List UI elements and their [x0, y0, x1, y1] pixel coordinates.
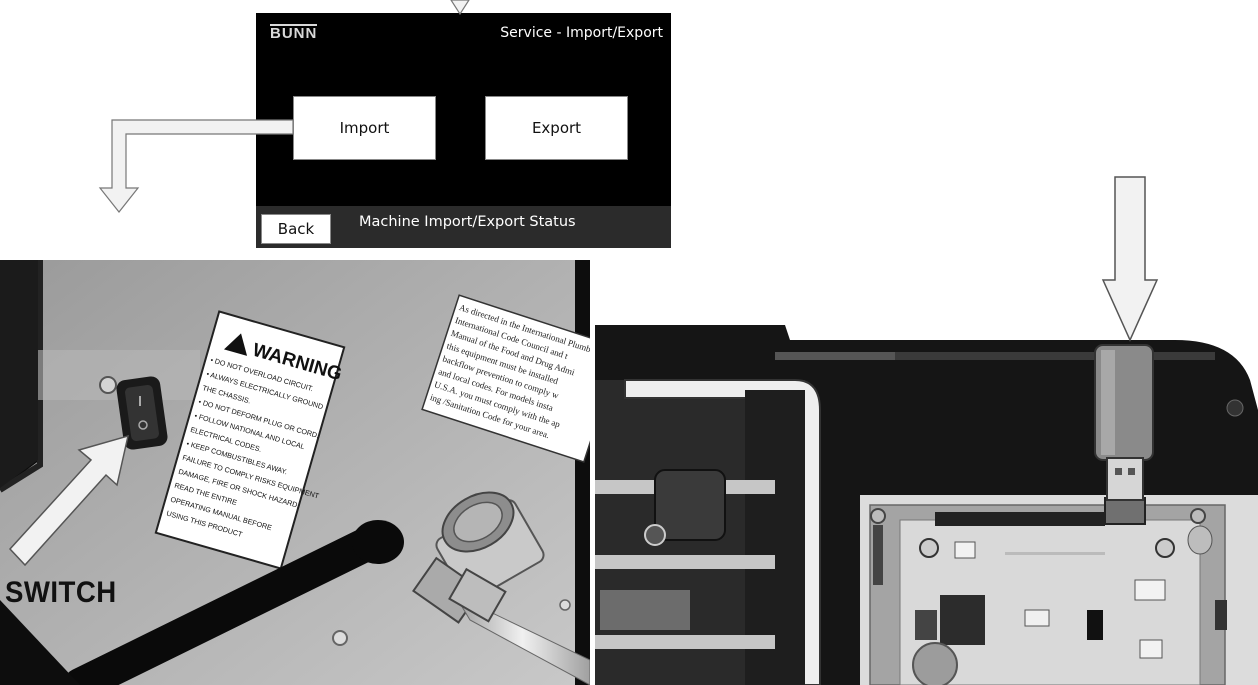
top-arrow-icon [450, 0, 470, 16]
screen-title: Service - Import/Export [500, 25, 663, 41]
bunn-logo: BUNN [270, 24, 318, 42]
machine-rear-photo: WARNING • DO NOT OVERLOAD CIRCUIT. • ALWA… [0, 260, 590, 685]
switch-label: SWITCH [5, 576, 117, 609]
touch-screen: BUNN Service - Import/Export Import Expo… [256, 13, 671, 248]
export-button[interactable]: Export [485, 96, 628, 160]
back-button[interactable]: Back [261, 214, 331, 244]
import-button[interactable]: Import [293, 96, 436, 160]
usb-port-photo [595, 320, 1258, 685]
usb-arrow-icon [1101, 176, 1159, 342]
import-export-status: Machine Import/Export Status [359, 214, 576, 230]
